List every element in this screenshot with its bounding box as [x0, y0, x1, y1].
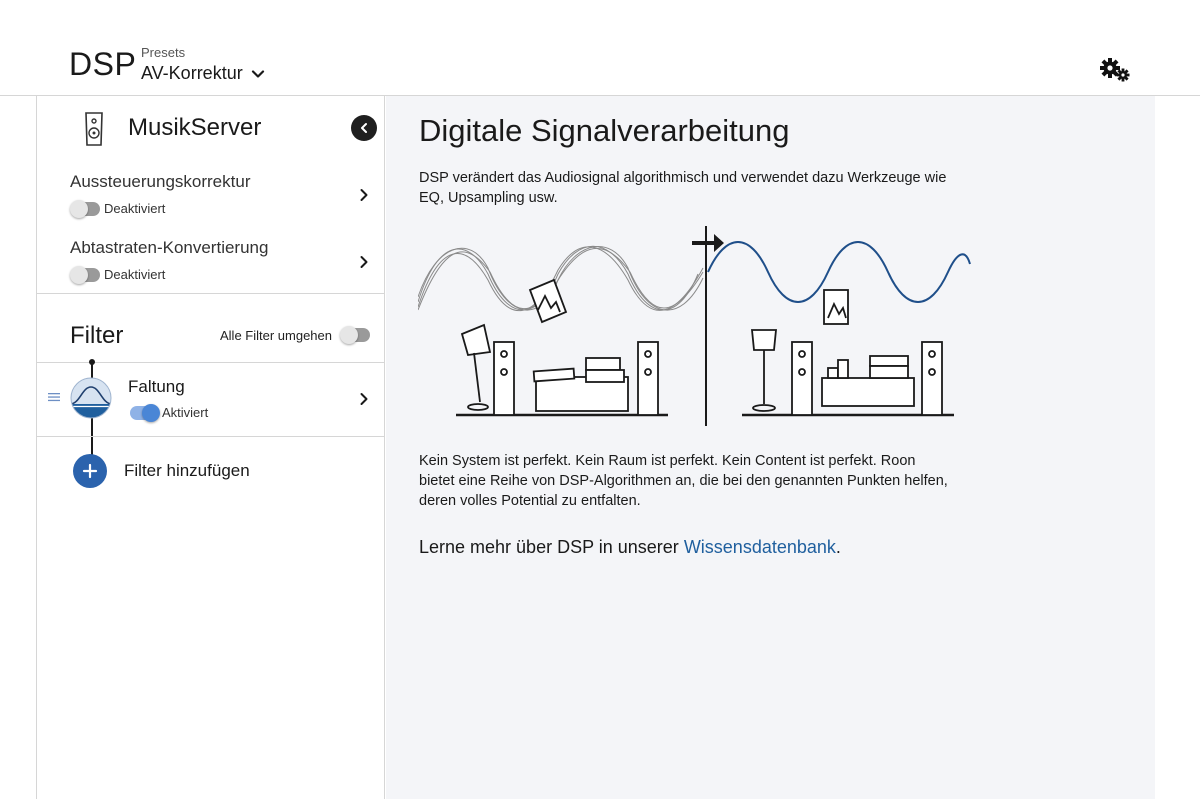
top-bar: DSP Presets AV-Korrektur — [0, 0, 1200, 96]
body-text: Kein System ist perfekt. Kein Raum ist p… — [419, 453, 948, 509]
dsp-illustration — [418, 226, 971, 426]
dsp-info-panel: Digitale Signalverarbeitung DSP veränder… — [386, 96, 1155, 799]
plus-icon — [73, 454, 107, 488]
setting-title: Aussteuerungskorrektur — [70, 172, 251, 191]
setting-status: Deaktiviert — [104, 267, 166, 282]
setting-sample-rate-conversion[interactable]: Abtastraten-Konvertierung Deaktiviert — [37, 238, 384, 298]
chevron-right-icon — [360, 189, 368, 201]
page-title: DSP — [69, 46, 137, 82]
knowledge-base-link[interactable]: Wissensdatenbank — [684, 537, 836, 557]
gears-icon[interactable] — [1098, 56, 1132, 84]
preset-dropdown[interactable]: AV-Korrektur — [141, 63, 265, 84]
chevron-down-icon — [251, 69, 264, 78]
add-filter-label: Filter hinzufügen — [124, 461, 250, 480]
divider — [37, 436, 384, 437]
intro-text: DSP verändert das Audiosignal algorithmi… — [419, 170, 947, 206]
bypass-filters-toggle[interactable] — [340, 326, 370, 344]
collapse-panel-button[interactable] — [351, 115, 377, 141]
learn-more-suffix: . — [835, 537, 841, 557]
chevron-right-icon — [360, 393, 368, 405]
device-name: MusikServer — [128, 114, 262, 141]
learn-more-text: Lerne mehr über DSP in unserer Wissensda… — [419, 537, 841, 558]
filter-heading: Filter — [70, 322, 124, 349]
setting-status: Deaktiviert — [104, 201, 166, 216]
filter-status: Aktiviert — [162, 405, 209, 420]
filter-name: Faltung — [128, 377, 185, 396]
chevron-right-icon — [360, 256, 368, 268]
add-filter-button[interactable]: Filter hinzufügen — [73, 453, 250, 489]
setting-title: Abtastraten-Konvertierung — [70, 238, 269, 257]
bypass-filters-label: Alle Filter umgehen — [220, 328, 332, 343]
divider — [37, 293, 384, 294]
sample-rate-toggle[interactable] — [70, 266, 100, 284]
volume-leveling-toggle[interactable] — [70, 200, 100, 218]
speaker-icon — [85, 112, 103, 146]
dsp-sidebar: MusikServer Aussteuerungskorrektur Deakt… — [36, 96, 385, 799]
drag-handle-icon[interactable] — [48, 392, 60, 402]
device-header: MusikServer — [37, 96, 384, 160]
presets-label: Presets — [141, 45, 186, 60]
filter-item-convolution[interactable]: Faltung Aktiviert — [37, 363, 384, 436]
chevron-left-icon — [361, 123, 367, 133]
convolution-filter-icon — [70, 377, 112, 419]
preset-value: AV-Korrektur — [141, 63, 243, 83]
setting-volume-leveling[interactable]: Aussteuerungskorrektur Deaktiviert — [37, 172, 384, 232]
learn-more-prefix: Lerne mehr über DSP in unserer — [419, 537, 684, 557]
info-title: Digitale Signalverarbeitung — [419, 113, 790, 148]
convolution-toggle[interactable] — [130, 404, 160, 422]
